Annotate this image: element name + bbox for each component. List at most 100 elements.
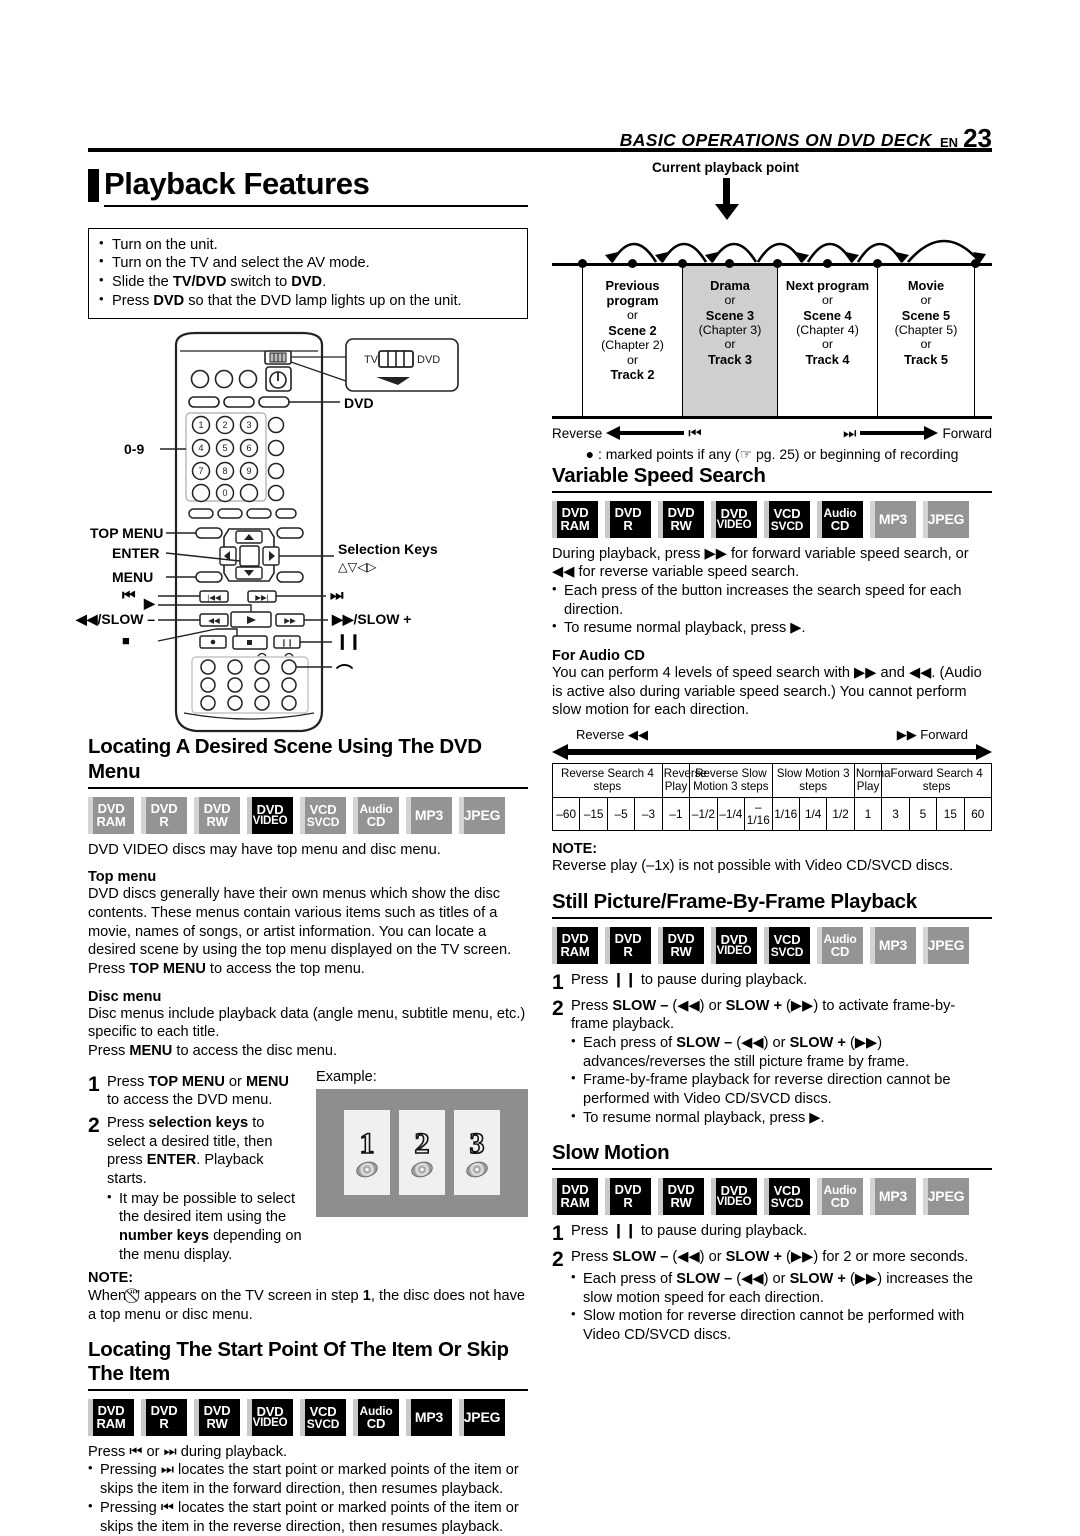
list-item: Turn on the TV and select the AV mode. (99, 253, 517, 273)
step-2: 2 Press SLOW – (◀◀) or SLOW + (▶▶) for 2… (552, 1248, 992, 1270)
badge-jpeg: JPEG (459, 1398, 505, 1436)
slow-motion-bullets: Each press of SLOW – (◀◀) or SLOW + (▶▶)… (571, 1269, 992, 1345)
step-number: 1 (552, 1221, 564, 1245)
callout-skip-forward: ⏭ (330, 587, 344, 605)
callout-dvd: DVD (344, 395, 374, 412)
example-disc-card: 3 (454, 1110, 500, 1196)
step-number: 2 (552, 1247, 564, 1271)
badge-vcd-svcd: VCD SVCD (764, 926, 810, 964)
segment-chapter: (Chapter 2) (601, 337, 664, 352)
timeline-segments: Previous program or Scene 2 (Chapter 2) … (552, 266, 992, 416)
speed-table: Reverse Search 4 steps Reverse Play Reve… (551, 762, 993, 832)
svg-text:TV: TV (364, 354, 379, 366)
badge-audio-cd: Audio CD (353, 796, 399, 834)
segment-or: or (920, 337, 932, 352)
table-cell: –1/4 (716, 796, 746, 832)
disc-icon (409, 1158, 435, 1180)
section-locating-scene-header: Locating A Desired Scene Using The DVD M… (88, 735, 528, 789)
step-text: Press SLOW – (◀◀) or SLOW + (▶▶) for 2 o… (571, 1248, 969, 1265)
segment-alt: Scene 3 (705, 307, 755, 323)
right-column: Current playback point Previous program … (551, 160, 993, 1345)
table-cell: –1/2 (689, 796, 718, 832)
prerequisite-box: Turn on the unit. Turn on the TV and sel… (88, 227, 528, 320)
segment-or: or (724, 337, 736, 352)
skip-back-glyph: ⏮ (688, 424, 702, 442)
segment-title: Previous program (605, 278, 660, 309)
disc-badges-slow-motion: DVD RAM DVD R DVD RW DVD VIDEO VCD SVCD Audio… (552, 1177, 992, 1215)
locating-scene-intro: DVD VIDEO discs may have top menu and di… (88, 841, 441, 858)
segment-title: Next program (785, 278, 870, 293)
mark-point (971, 259, 980, 268)
list-item: Slow motion for reverse direction cannot… (571, 1306, 992, 1344)
reverse-arrow-icon (606, 426, 685, 440)
badge-audio-cd: Audio CD (817, 500, 863, 538)
callout-skip-back: ⏮ (122, 587, 136, 605)
segment-track: Track 2 (610, 367, 655, 383)
step-text: Press selection keys to select a desired… (107, 1114, 302, 1264)
badge-dvd-video: DVD VIDEO (711, 926, 757, 964)
reverse-label: Reverse (552, 425, 603, 441)
disc-menu-heading: Disc menu (88, 988, 162, 1005)
list-item: Each press of SLOW – (◀◀) or SLOW + (▶▶)… (571, 1033, 992, 1071)
step-2-bullets: It may be possible to select the desired… (107, 1189, 302, 1265)
badge-vcd-svcd: VCD SVCD (300, 1398, 346, 1436)
section-title: Slow Motion (552, 1141, 670, 1165)
note-body: Reverse play (–1x) is not possible with … (552, 858, 954, 875)
list-item: Pressing ⏭ locates the start point or ma… (88, 1460, 528, 1498)
badge-dvd-r: DVD R (605, 1177, 651, 1215)
slow-motion-steps: 1 Press ❙❙ to pause during playback. 2 P… (552, 1222, 992, 1345)
list-item: To resume normal playback, press ▶. (571, 1108, 992, 1128)
page-title: Playback Features (104, 166, 370, 201)
variable-speed-body: During playback, press ▶▶ for forward va… (552, 545, 969, 581)
segment-chapter: (Chapter 3) (698, 322, 762, 337)
skip-arcs (605, 239, 986, 263)
badge-mp3: MP3 (406, 1398, 452, 1436)
list-item: Each press of the button increases the s… (552, 581, 992, 619)
timeline-baseline (552, 416, 992, 419)
table-cell: –5 (606, 796, 636, 832)
callout-stop: ■ (122, 633, 130, 649)
playback-timeline-diagram: Current playback point Previous program … (552, 160, 992, 462)
svg-text:1: 1 (198, 420, 203, 430)
timeline-legend: ● : marked points if any (☞ pg. 25) or b… (585, 446, 959, 462)
list-item: To resume normal playback, press ▶. (552, 618, 992, 638)
segment-track: Track 3 (707, 352, 753, 368)
page-title-block: Playback Features (88, 166, 528, 207)
bidirectional-arrow-icon (552, 743, 992, 760)
section-title: Still Picture/Frame-By-Frame Playback (552, 890, 917, 914)
callout-slow-plus: ▶▶/SLOW + (332, 611, 412, 628)
header-rule (88, 148, 992, 152)
badge-jpeg: JPEG (923, 926, 969, 964)
example-card-number: 1 (359, 1126, 376, 1160)
section-title: Variable Speed Search (552, 464, 766, 487)
speed-forward-label: ▶▶ Forward (896, 726, 968, 742)
step-1: 1 Press TOP MENU or MENU to access the D… (88, 1073, 302, 1110)
disc-badges-still-picture: DVD RAM DVD R DVD RW DVD VIDEO VCD SVCD Audio… (552, 926, 992, 964)
badge-dvd-ram: DVD RAM (88, 796, 134, 834)
timeline-segment: Next program or Scene 4 (Chapter 4) or T… (777, 266, 877, 416)
section-locating-start-header: Locating The Start Point Of The Item Or … (88, 1338, 528, 1392)
callout-play: ▶ (144, 595, 155, 612)
current-point-arrow (715, 178, 739, 220)
list-item: It may be possible to select the desired… (107, 1189, 302, 1265)
list-item: Turn on the unit. (99, 235, 517, 255)
callout-number-keys: 0-9 (124, 441, 145, 458)
segment-chapter: (Chapter 4) (796, 322, 859, 337)
section-title: Locating A Desired Scene Using The DVD M… (88, 735, 482, 783)
segment-alt: Scene 2 (608, 322, 657, 338)
svg-text:▶▶|: ▶▶| (255, 593, 269, 602)
badge-dvd-video: DVD VIDEO (711, 500, 757, 538)
badge-mp3: MP3 (406, 796, 452, 834)
segment-alt: Scene 4 (803, 307, 852, 323)
example-block: Example: 1 2 3 (316, 1069, 528, 1265)
step-number: 2 (552, 996, 564, 1020)
direction-row: Reverse ⏮ ⏭ Forward (552, 422, 992, 444)
badge-jpeg: JPEG (923, 1177, 969, 1215)
note-heading: NOTE: (88, 1270, 134, 1287)
badge-dvd-ram: DVD RAM (88, 1398, 134, 1436)
badge-mp3: MP3 (870, 500, 916, 538)
badge-audio-cd: Audio CD (817, 926, 863, 964)
step-text: Press ❙❙ to pause during playback. (571, 1222, 808, 1239)
table-header-row: Reverse Search 4 steps Reverse Play Reve… (552, 762, 992, 798)
badge-dvd-rw: DVD RW (658, 500, 704, 538)
